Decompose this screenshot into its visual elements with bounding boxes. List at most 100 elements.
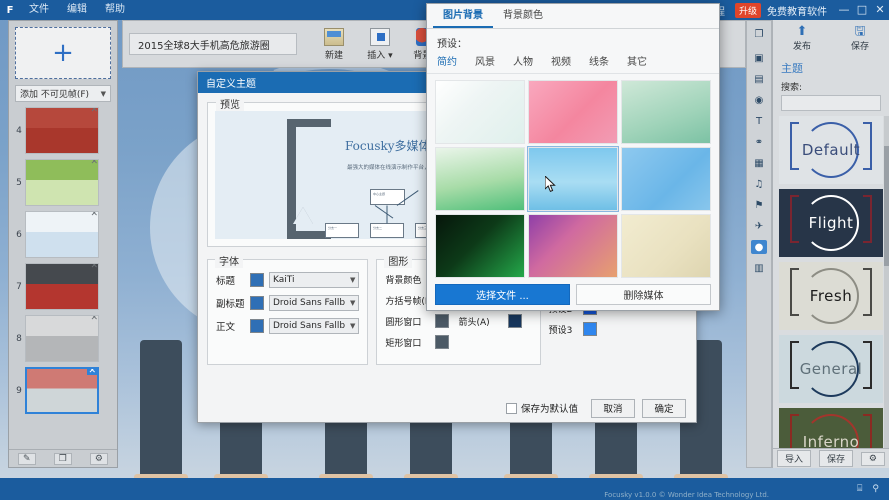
shape-group-legend: 图形: [384, 253, 413, 268]
background-thumbnail-green-bubbles[interactable]: [435, 147, 525, 211]
menu-item-help[interactable]: 帮助: [96, 0, 134, 20]
background-thumbnail-dark-green-dots[interactable]: [435, 214, 525, 278]
background-thumbnail-beige-paper[interactable]: [621, 214, 711, 278]
preset-color-swatch[interactable]: [582, 322, 597, 336]
close-icon[interactable]: ✕: [90, 316, 98, 323]
tab-1[interactable]: 背景颜色: [493, 4, 553, 28]
menu-item-file[interactable]: 文件: [20, 0, 58, 20]
flag-icon[interactable]: ⚑: [751, 198, 767, 212]
image-background-subtabs[interactable]: 简约 风景 人物 视频 线条 其它: [427, 53, 719, 74]
tab-0[interactable]: 图片背景: [433, 4, 493, 28]
theme-card-fresh[interactable]: Fresh: [779, 262, 883, 330]
slide-thumb-image[interactable]: ✕: [25, 367, 99, 414]
slide-thumbnail-6[interactable]: 6 ✕: [13, 211, 113, 258]
search-input[interactable]: [786, 98, 889, 108]
slide-thumbnail-8[interactable]: 8 ✕: [13, 315, 113, 362]
maximize-button[interactable]: □: [853, 0, 871, 20]
save-button[interactable]: 🖫 保存: [851, 25, 869, 52]
add-slide-button[interactable]: +: [15, 27, 111, 79]
font-family-dropdown[interactable]: Droid Sans Fallb ▼: [269, 318, 360, 334]
import-theme-button[interactable]: 导入: [776, 450, 811, 467]
video-icon[interactable]: ▤: [751, 72, 767, 86]
subtab-1[interactable]: 风景: [475, 53, 495, 68]
background-thumbnail-soft-white[interactable]: [435, 80, 525, 144]
shape-color-swatch[interactable]: [435, 335, 450, 349]
slide-thumb-image[interactable]: ✕: [25, 211, 99, 258]
slide-thumb-image[interactable]: ✕: [25, 107, 99, 154]
theme-card-inferno[interactable]: Inferno: [779, 408, 883, 448]
plane-icon[interactable]: ✈: [751, 219, 767, 233]
theme-card-flight[interactable]: Flight: [779, 189, 883, 257]
add-invisible-frame-dropdown[interactable]: 添加 不可见帧(F) ▼: [15, 85, 111, 102]
theme-search-box[interactable]: 🔍: [781, 95, 889, 111]
publish-button[interactable]: ⬆ 发布: [793, 25, 811, 52]
theme-card-default[interactable]: Default: [779, 116, 883, 184]
restore-icon[interactable]: ❐: [751, 27, 767, 41]
slide-thumbnail-7[interactable]: 7 ✕: [13, 263, 113, 310]
settings-icon[interactable]: ⚙: [89, 452, 108, 465]
font-family-dropdown[interactable]: Droid Sans Fallb ▼: [269, 295, 360, 311]
subtab-5[interactable]: 其它: [627, 53, 647, 68]
delete-media-button[interactable]: 删除媒体: [576, 284, 711, 305]
image-icon[interactable]: ▣: [751, 51, 767, 65]
background-thumbnail-purple-blur[interactable]: [528, 214, 618, 278]
ok-button[interactable]: 确定: [642, 398, 686, 418]
slide-thumbnail-list[interactable]: 4 ✕ 5 ✕ 6 ✕ 7 ✕ 8 ✕ 9 ✕: [9, 107, 117, 449]
close-icon[interactable]: ✕: [90, 160, 98, 167]
pin-icon[interactable]: ⌸: [857, 484, 862, 494]
close-icon[interactable]: ✕: [90, 212, 98, 219]
close-icon[interactable]: ✕: [87, 369, 97, 376]
background-thumbnail-pink-blossom[interactable]: [528, 80, 618, 144]
close-button[interactable]: ✕: [871, 0, 889, 20]
preview-bracket-top: [287, 119, 331, 127]
font-color-swatch[interactable]: [250, 319, 264, 333]
slide-thumb-image[interactable]: ✕: [25, 315, 99, 362]
font-family-dropdown[interactable]: KaiTi ▼: [269, 272, 360, 288]
menu-item-edit[interactable]: 编辑: [58, 0, 96, 20]
edit-icon[interactable]: ✎: [18, 452, 36, 465]
background-thumbnail-green-flower[interactable]: [621, 80, 711, 144]
theme-scrollbar[interactable]: [884, 116, 889, 448]
gear-icon[interactable]: ⚙: [860, 451, 885, 466]
slide-thumbnail-9[interactable]: 9 ✕: [13, 367, 113, 414]
font-color-swatch[interactable]: [250, 273, 264, 287]
text-icon[interactable]: T: [751, 114, 767, 128]
subtab-4[interactable]: 线条: [589, 53, 609, 68]
chart-icon[interactable]: ▥: [751, 261, 767, 275]
copy-icon[interactable]: ❐: [53, 452, 72, 465]
globe-icon[interactable]: ●: [751, 240, 767, 254]
subtab-2[interactable]: 人物: [513, 53, 533, 68]
background-thumbnail-grid[interactable]: [435, 80, 711, 278]
background-thumbnail-sky-meadow[interactable]: [527, 146, 619, 212]
slide-thumb-image[interactable]: ✕: [25, 159, 99, 206]
close-icon[interactable]: ✕: [90, 108, 98, 115]
link-icon[interactable]: ⚭: [751, 135, 767, 149]
cancel-button[interactable]: 取消: [591, 398, 635, 418]
theme-name: Fresh: [809, 287, 853, 305]
choose-file-button[interactable]: 选择文件 ...: [435, 284, 570, 305]
theme-card-general[interactable]: General: [779, 335, 883, 403]
save-theme-button[interactable]: 保存: [818, 450, 853, 467]
shape-color-swatch[interactable]: [508, 314, 523, 328]
upgrade-badge[interactable]: 升级: [734, 2, 761, 18]
slide-thumb-image[interactable]: ✕: [25, 263, 99, 310]
document-title[interactable]: 2015全球8大手机高危旅游圈: [129, 33, 297, 55]
save-as-default-checkbox[interactable]: 保存为默认值: [505, 401, 578, 415]
close-icon[interactable]: ✕: [90, 264, 98, 271]
toolbar-button-new[interactable]: 新建: [311, 27, 357, 61]
font-color-swatch[interactable]: [250, 296, 264, 310]
minimize-button[interactable]: —: [835, 0, 853, 20]
slide-thumbnail-5[interactable]: 5 ✕: [13, 159, 113, 206]
image-background-tabs[interactable]: 图片背景 背景颜色: [427, 4, 719, 29]
slide-thumbnail-4[interactable]: 4 ✕: [13, 107, 113, 154]
subtab-0[interactable]: 简约: [437, 53, 457, 68]
shape-color-swatch[interactable]: [435, 314, 450, 328]
music-icon[interactable]: ♫: [751, 177, 767, 191]
frame-icon[interactable]: ▦: [751, 156, 767, 170]
background-thumbnail-blue-snowflake[interactable]: [621, 147, 711, 211]
subtab-3[interactable]: 视频: [551, 53, 571, 68]
theme-card-list[interactable]: Default Flight Fresh General Inferno: [773, 116, 889, 448]
toolbar-button-insert[interactable]: 插入 ▾: [357, 27, 403, 61]
network-icon[interactable]: ⚲: [872, 484, 879, 494]
shape-icon[interactable]: ◉: [751, 93, 767, 107]
